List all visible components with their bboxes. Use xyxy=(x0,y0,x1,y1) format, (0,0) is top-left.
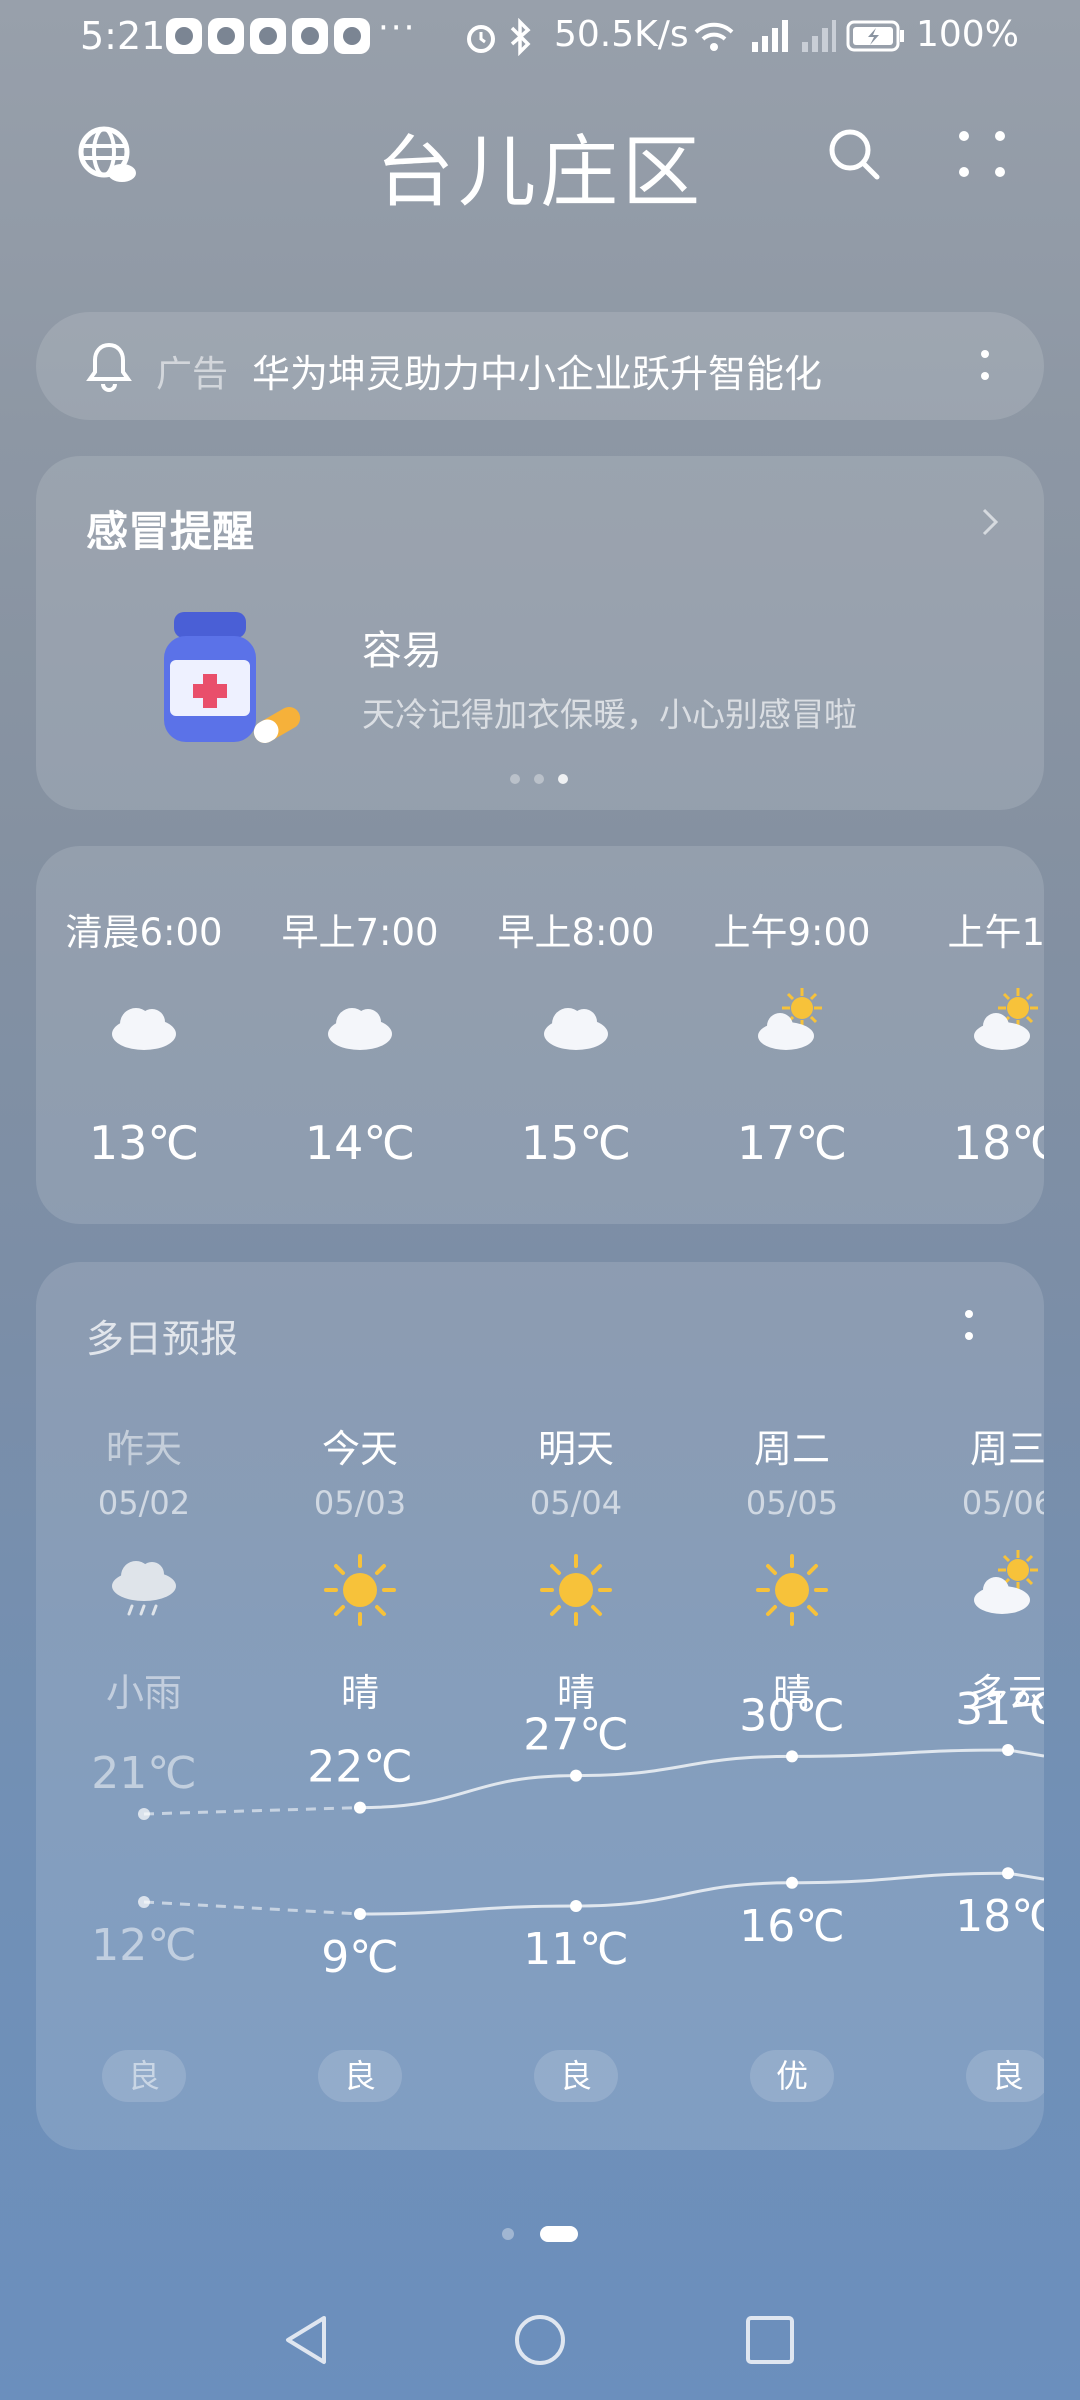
status-time: 5:21 xyxy=(80,14,166,58)
lo-temp-label: 18℃ xyxy=(955,1891,1044,1942)
cold-reminder-card[interactable]: 感冒提醒 容易 天冷记得加衣保暖，小心别感冒啦 xyxy=(36,456,1044,810)
cloudy-icon xyxy=(112,1008,176,1050)
lo-temp-point xyxy=(570,1900,582,1912)
medicine-bottle-icon xyxy=(164,612,301,743)
ad-menu-icon[interactable] xyxy=(978,344,992,388)
partly-cloudy-icon xyxy=(974,988,1038,1050)
hi-temp-label: 22℃ xyxy=(307,1742,412,1793)
app-notification-icon xyxy=(292,18,328,54)
lo-temp-point xyxy=(138,1896,150,1908)
hi-temp-label: 27℃ xyxy=(523,1710,628,1761)
card-title: 感冒提醒 xyxy=(86,507,255,556)
hour-time: 清晨6:00 xyxy=(65,911,223,954)
hour-time: 早上8:00 xyxy=(497,911,655,954)
hi-temp-label: 31℃ xyxy=(955,1684,1044,1735)
cold-advice: 天冷记得加衣保暖，小心别感冒啦 xyxy=(362,695,857,734)
lo-temp-point xyxy=(786,1876,798,1889)
ad-tag: 广告 xyxy=(156,354,229,395)
carousel-dot xyxy=(534,774,544,784)
hi-temp-label: 21℃ xyxy=(91,1748,196,1799)
hi-temp-point xyxy=(138,1808,150,1820)
battery-charging-icon xyxy=(846,20,904,52)
navigation-bar xyxy=(0,2300,1080,2380)
lo-temp-dashed-segment xyxy=(143,1900,361,1916)
hi-temp-point xyxy=(354,1801,366,1814)
ad-text: 华为坤灵助力中小企业跃升智能化 xyxy=(252,352,823,396)
wifi-icon xyxy=(694,22,734,51)
signal-no-sim-icon xyxy=(802,20,836,52)
back-icon[interactable] xyxy=(280,2312,334,2368)
lo-temp-label: 16℃ xyxy=(739,1901,844,1952)
app-notification-icon xyxy=(166,18,202,54)
hour-temp: 14℃ xyxy=(304,1116,416,1170)
battery-percent: 100% xyxy=(916,14,1019,55)
hi-temp-line xyxy=(359,1748,1044,1810)
recents-icon[interactable] xyxy=(744,2314,796,2366)
hour-temp: 18℃ xyxy=(952,1116,1044,1170)
cold-risk-level: 容易 xyxy=(362,628,442,674)
daily-forecast-card[interactable]: 多日预报 昨天 05/02 小雨 良 今天 05/03 晴 良 明天 05/04… xyxy=(36,1262,1044,2150)
alarm-icon xyxy=(467,25,495,53)
status-bar: 5:21 ··· 50.5K/s 100% xyxy=(0,0,1080,72)
cloudy-icon xyxy=(328,1008,392,1050)
hi-temp-label: 30℃ xyxy=(739,1690,844,1741)
app-notification-icon xyxy=(250,18,286,54)
page-title: 台儿庄区 xyxy=(375,128,704,218)
cloudy-icon xyxy=(544,1008,608,1050)
lo-temp-point xyxy=(1002,1867,1014,1880)
lo-temp-point xyxy=(354,1908,366,1920)
page-dot-active[interactable] xyxy=(540,2226,578,2242)
lo-temp-label: 11℃ xyxy=(523,1924,628,1975)
home-icon[interactable] xyxy=(512,2312,568,2368)
hi-temp-dashed-segment xyxy=(143,1806,361,1816)
chevron-right-icon[interactable] xyxy=(978,504,1002,540)
hi-temp-point xyxy=(786,1750,798,1763)
ad-banner[interactable]: 广告 华为坤灵助力中小企业跃升智能化 xyxy=(36,312,1044,420)
search-icon[interactable] xyxy=(826,126,882,182)
hi-temp-point xyxy=(1002,1744,1014,1756)
more-notifications-indicator: ··· xyxy=(378,8,417,48)
lo-temp-line xyxy=(359,1871,1044,1916)
temperature-trend-chart: 21℃ 22℃ 27℃ 30℃ 31℃ 12℃ 9℃ 11℃ 16℃ 18℃ xyxy=(91,1684,1044,1983)
page-dot[interactable] xyxy=(502,2228,514,2240)
more-options-icon[interactable] xyxy=(956,128,1008,180)
hour-temp: 13℃ xyxy=(88,1116,200,1170)
bluetooth-icon xyxy=(510,18,531,56)
app-notification-icon xyxy=(334,18,370,54)
hour-temp: 15℃ xyxy=(520,1116,632,1170)
app-notification-icon xyxy=(208,18,244,54)
hour-temp: 17℃ xyxy=(736,1116,848,1170)
signal-5g-icon xyxy=(752,20,788,52)
hourly-forecast-card[interactable]: 清晨6:00 13℃ 早上7:00 14℃ 早上8:00 15℃ 上午9:00 … xyxy=(36,846,1044,1224)
bell-icon xyxy=(86,342,132,392)
hi-temp-point xyxy=(570,1769,582,1782)
carousel-dot xyxy=(510,774,520,784)
partly-cloudy-icon xyxy=(758,988,822,1050)
hour-time: 上午10 xyxy=(947,911,1044,954)
carousel-dot-active xyxy=(558,774,568,784)
lo-temp-label: 9℃ xyxy=(321,1932,398,1983)
network-speed: 50.5K/s xyxy=(554,14,689,55)
hour-time: 早上7:00 xyxy=(281,911,439,954)
hour-time: 上午9:00 xyxy=(713,911,871,954)
lo-temp-label: 12℃ xyxy=(91,1920,196,1971)
